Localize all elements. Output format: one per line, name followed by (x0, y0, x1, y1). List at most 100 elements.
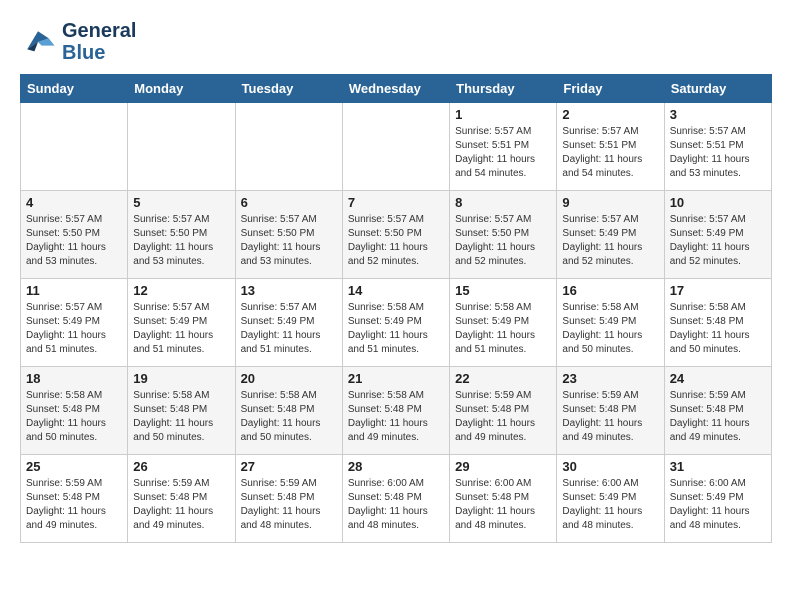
day-number: 30 (562, 459, 658, 474)
day-number: 18 (26, 371, 122, 386)
day-info: Sunrise: 5:57 AM Sunset: 5:49 PM Dayligh… (26, 301, 122, 357)
day-number: 8 (455, 195, 551, 210)
day-cell: 13 Sunrise: 5:57 AM Sunset: 5:49 PM Dayli… (235, 279, 342, 367)
day-cell: 4Sunrise: 5:57 AM Sunset: 5:50 PM Daylig… (21, 191, 128, 279)
logo: General Blue (20, 20, 136, 64)
day-cell: 8 Sunrise: 5:57 AM Sunset: 5:50 PM Daylig… (450, 191, 557, 279)
day-cell (235, 103, 342, 191)
header-wednesday: Wednesday (342, 75, 449, 103)
calendar-table: SundayMondayTuesdayWednesdayThursdayFrid… (20, 74, 772, 543)
day-cell: 30 Sunrise: 6:00 AM Sunset: 5:49 PM Dayli… (557, 455, 664, 543)
day-info: Sunrise: 5:59 AM Sunset: 5:48 PM Dayligh… (455, 389, 551, 445)
day-cell: 20 Sunrise: 5:58 AM Sunset: 5:48 PM Dayli… (235, 367, 342, 455)
day-number: 24 (670, 371, 766, 386)
header-thursday: Thursday (450, 75, 557, 103)
day-number: 12 (133, 283, 229, 298)
day-cell: 10 Sunrise: 5:57 AM Sunset: 5:49 PM Dayli… (664, 191, 771, 279)
day-info: Sunrise: 5:57 AM Sunset: 5:49 PM Dayligh… (241, 301, 337, 357)
day-number: 14 (348, 283, 444, 298)
logo-blue: Blue (62, 42, 105, 64)
day-number: 5 (133, 195, 229, 210)
day-number: 20 (241, 371, 337, 386)
day-info: Sunrise: 5:58 AM Sunset: 5:49 PM Dayligh… (348, 301, 444, 357)
day-number: 2 (562, 107, 658, 122)
day-info: Sunrise: 5:59 AM Sunset: 5:48 PM Dayligh… (26, 477, 122, 533)
day-info: Sunrise: 5:57 AM Sunset: 5:50 PM Dayligh… (348, 213, 444, 269)
day-info: Sunrise: 5:57 AM Sunset: 5:51 PM Dayligh… (455, 125, 551, 181)
header-monday: Monday (128, 75, 235, 103)
week-row-1: 1 Sunrise: 5:57 AM Sunset: 5:51 PM Daylig… (21, 103, 772, 191)
day-number: 11 (26, 283, 122, 298)
day-number: 25 (26, 459, 122, 474)
day-info: Sunrise: 5:58 AM Sunset: 5:48 PM Dayligh… (348, 389, 444, 445)
day-cell: 5 Sunrise: 5:57 AM Sunset: 5:50 PM Daylig… (128, 191, 235, 279)
week-row-2: 4 Sunrise: 5:57 AM Sunset: 5:50 PM Daylig… (21, 191, 772, 279)
day-info: Sunrise: 5:59 AM Sunset: 5:48 PM Dayligh… (670, 389, 766, 445)
day-number: 15 (455, 283, 551, 298)
day-cell: 25 Sunrise: 5:59 AM Sunset: 5:48 PM Dayli… (21, 455, 128, 543)
day-cell: 18Sunrise: 5:58 AM Sunset: 5:48 PM Dayli… (21, 367, 128, 455)
week-row-3: 11 Sunrise: 5:57 AM Sunset: 5:49 PM Dayli… (21, 279, 772, 367)
day-info: Sunrise: 5:57 AM Sunset: 5:50 PM Dayligh… (455, 213, 551, 269)
header-saturday: Saturday (664, 75, 771, 103)
day-cell: 24 Sunrise: 5:59 AM Sunset: 5:48 PM Dayli… (664, 367, 771, 455)
day-cell: 21 Sunrise: 5:58 AM Sunset: 5:48 PM Dayli… (342, 367, 449, 455)
day-number: 23 (562, 371, 658, 386)
day-info: Sunrise: 5:57 AM Sunset: 5:50 PM Dayligh… (241, 213, 337, 269)
day-info: Sunrise: 5:57 AM Sunset: 5:51 PM Dayligh… (670, 125, 766, 181)
day-number: 27 (241, 459, 337, 474)
header-sunday: Sunday (21, 75, 128, 103)
day-number: 19 (133, 371, 229, 386)
day-cell: 16 Sunrise: 5:58 AM Sunset: 5:49 PM Dayli… (557, 279, 664, 367)
day-number: 7 (348, 195, 444, 210)
day-number: 4 (26, 195, 122, 210)
day-cell: 3 Sunrise: 5:57 AM Sunset: 5:51 PM Daylig… (664, 103, 771, 191)
day-info: Sunrise: 5:59 AM Sunset: 5:48 PM Dayligh… (241, 477, 337, 533)
day-cell: 19 Sunrise: 5:58 AM Sunset: 5:48 PM Dayli… (128, 367, 235, 455)
header-friday: Friday (557, 75, 664, 103)
day-info: Sunrise: 5:58 AM Sunset: 5:48 PM Dayligh… (670, 301, 766, 357)
day-info: Sunrise: 5:57 AM Sunset: 5:49 PM Dayligh… (670, 213, 766, 269)
day-info: Sunrise: 5:58 AM Sunset: 5:48 PM Dayligh… (133, 389, 229, 445)
day-number: 1 (455, 107, 551, 122)
day-cell: 2 Sunrise: 5:57 AM Sunset: 5:51 PM Daylig… (557, 103, 664, 191)
day-info: Sunrise: 5:57 AM Sunset: 5:51 PM Dayligh… (562, 125, 658, 181)
calendar-header-row: SundayMondayTuesdayWednesdayThursdayFrid… (21, 75, 772, 103)
day-info: Sunrise: 5:58 AM Sunset: 5:49 PM Dayligh… (562, 301, 658, 357)
day-number: 21 (348, 371, 444, 386)
logo-text-block: General Blue (62, 20, 136, 64)
day-number: 13 (241, 283, 337, 298)
day-cell (342, 103, 449, 191)
day-cell: 9 Sunrise: 5:57 AM Sunset: 5:49 PM Daylig… (557, 191, 664, 279)
day-number: 9 (562, 195, 658, 210)
day-info: Sunrise: 6:00 AM Sunset: 5:49 PM Dayligh… (670, 477, 766, 533)
day-number: 31 (670, 459, 766, 474)
day-cell: 28Sunrise: 6:00 AM Sunset: 5:48 PM Dayli… (342, 455, 449, 543)
day-info: Sunrise: 5:57 AM Sunset: 5:49 PM Dayligh… (133, 301, 229, 357)
day-number: 28 (348, 459, 444, 474)
day-cell: 1 Sunrise: 5:57 AM Sunset: 5:51 PM Daylig… (450, 103, 557, 191)
day-number: 10 (670, 195, 766, 210)
day-cell: 15 Sunrise: 5:58 AM Sunset: 5:49 PM Dayli… (450, 279, 557, 367)
day-info: Sunrise: 5:58 AM Sunset: 5:49 PM Dayligh… (455, 301, 551, 357)
day-cell: 31 Sunrise: 6:00 AM Sunset: 5:49 PM Dayli… (664, 455, 771, 543)
logo-icon (20, 24, 56, 60)
logo-general: General (62, 20, 136, 42)
day-info: Sunrise: 6:00 AM Sunset: 5:49 PM Dayligh… (562, 477, 658, 533)
day-number: 16 (562, 283, 658, 298)
day-number: 6 (241, 195, 337, 210)
day-number: 26 (133, 459, 229, 474)
day-info: Sunrise: 5:58 AM Sunset: 5:48 PM Dayligh… (241, 389, 337, 445)
day-cell: 23 Sunrise: 5:59 AM Sunset: 5:48 PM Dayli… (557, 367, 664, 455)
day-cell: 7 Sunrise: 5:57 AM Sunset: 5:50 PM Daylig… (342, 191, 449, 279)
day-info: Sunrise: 6:00 AM Sunset: 5:48 PM Dayligh… (455, 477, 551, 533)
day-info: Sunrise: 5:59 AM Sunset: 5:48 PM Dayligh… (562, 389, 658, 445)
day-info: Sunrise: 5:57 AM Sunset: 5:50 PM Dayligh… (133, 213, 229, 269)
header-tuesday: Tuesday (235, 75, 342, 103)
day-info: Sunrise: 5:59 AM Sunset: 5:48 PM Dayligh… (133, 477, 229, 533)
week-row-5: 25 Sunrise: 5:59 AM Sunset: 5:48 PM Dayli… (21, 455, 772, 543)
day-info: Sunrise: 5:57 AM Sunset: 5:49 PM Dayligh… (562, 213, 658, 269)
day-cell: 22Sunrise: 5:59 AM Sunset: 5:48 PM Dayli… (450, 367, 557, 455)
day-number: 3 (670, 107, 766, 122)
page-header: General Blue (20, 20, 772, 64)
